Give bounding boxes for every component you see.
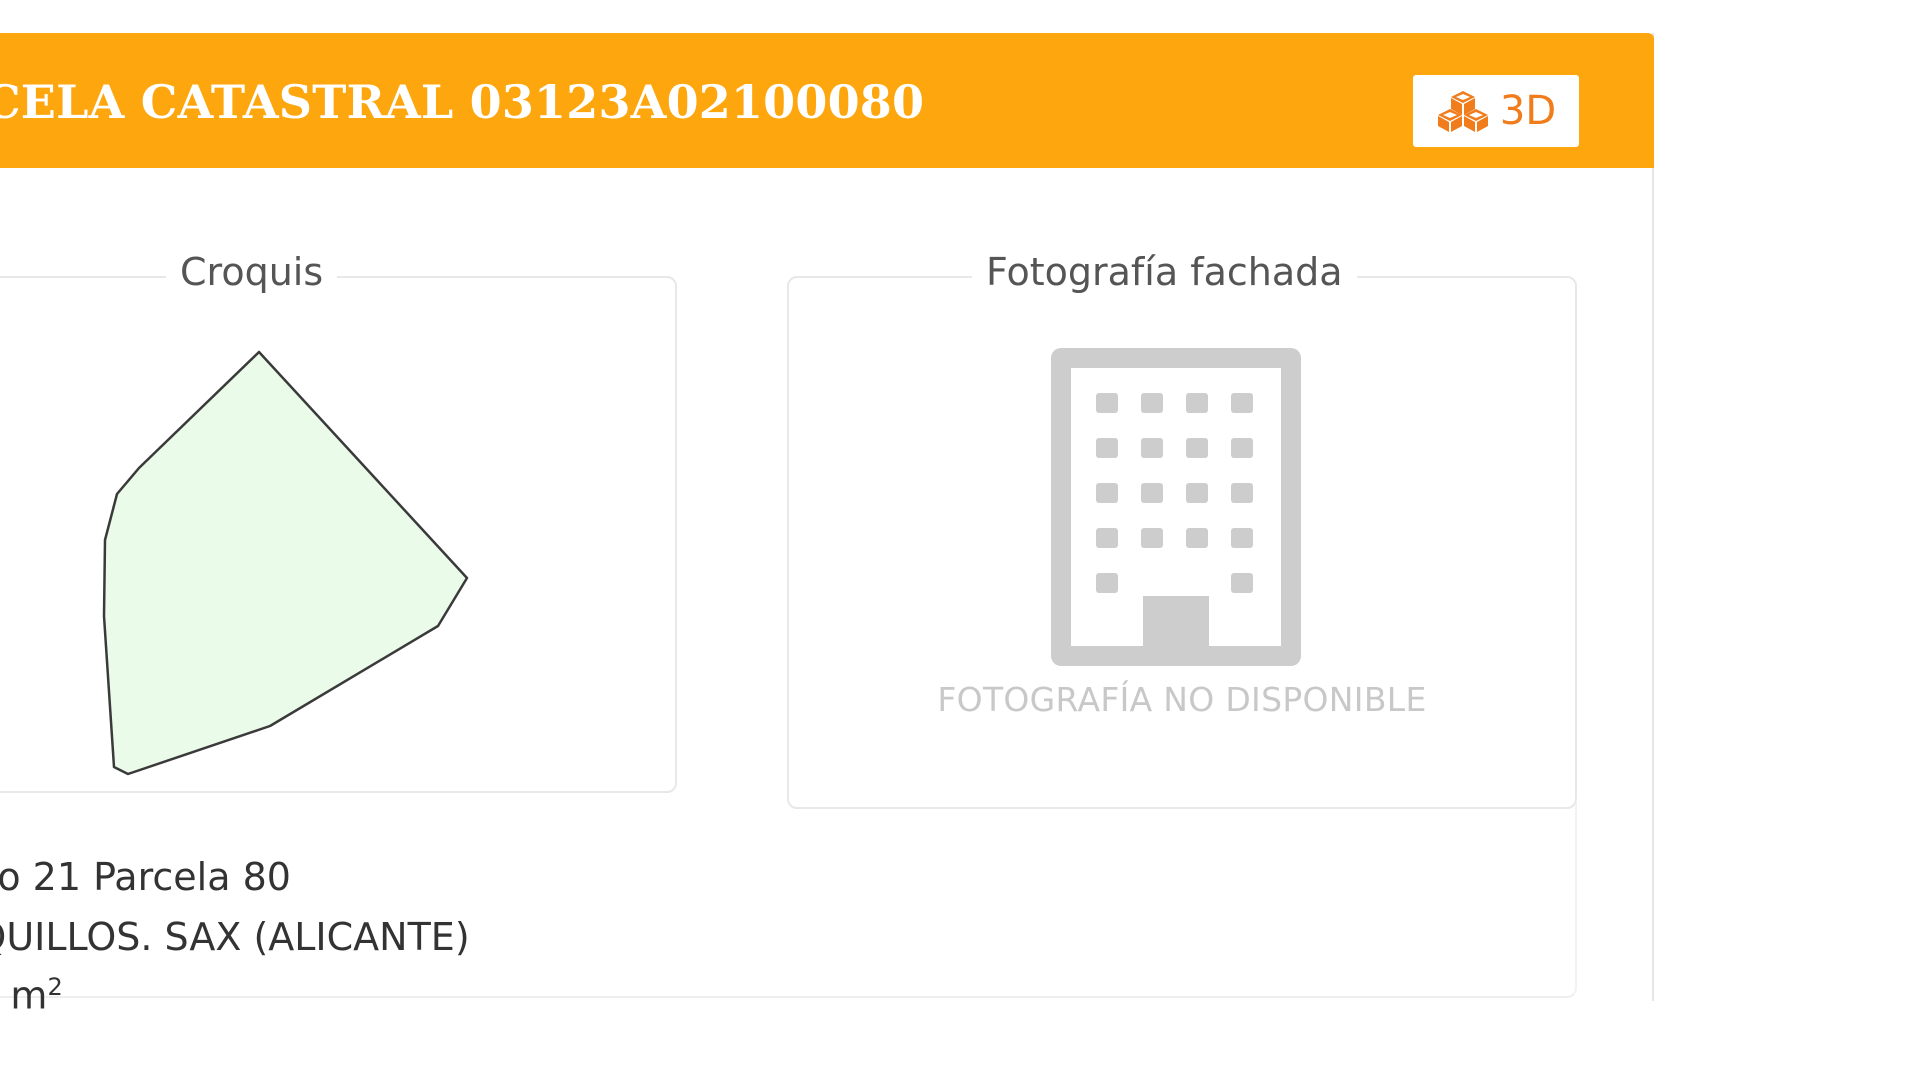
cubes-icon — [1437, 91, 1488, 132]
view-3d-button[interactable]: 3D — [1413, 75, 1579, 147]
panel-title: CELA CATASTRAL 03123A02100080 — [0, 75, 925, 129]
panel-header: CELA CATASTRAL 03123A02100080 3D — [0, 33, 1654, 168]
view-3d-label: 3D — [1499, 88, 1557, 134]
parcel-area-value: 91 m — [0, 973, 48, 1018]
parcel-area-line: 91 m2 — [0, 973, 63, 1018]
parcel-location-line: ono 21 Parcela 80 — [0, 855, 291, 899]
no-photo-text: FOTOGRAFÍA NO DISPONIBLE — [937, 680, 1427, 719]
facade-photo-legend: Fotografía fachada — [972, 250, 1357, 294]
parcel-polygon — [102, 350, 469, 776]
parcel-municipality-line: RQUILLOS. SAX (ALICANTE) — [0, 915, 470, 959]
parcel-sketch — [102, 350, 469, 776]
parcel-area-unit-sup: 2 — [47, 973, 63, 1001]
parcel-info: ono 21 Parcela 80 RQUILLOS. SAX (ALICANT… — [0, 803, 1577, 1018]
croquis-box: Croquis — [0, 250, 677, 793]
parcel-panel: CELA CATASTRAL 03123A02100080 3D Croquis… — [0, 33, 1654, 1018]
facade-photo-box: Fotografía fachada FOTOGRAFÍA NO DISPONI… — [787, 250, 1577, 809]
building-icon — [1051, 348, 1301, 666]
